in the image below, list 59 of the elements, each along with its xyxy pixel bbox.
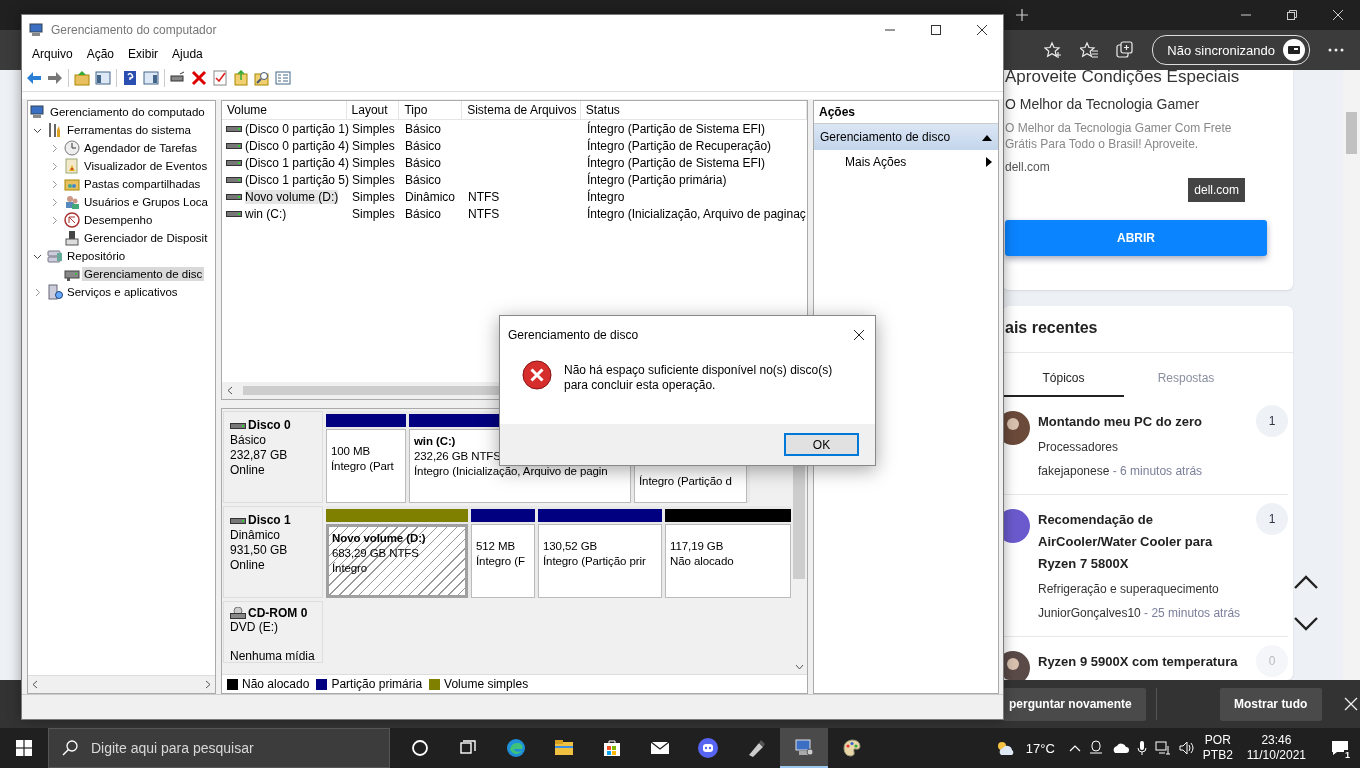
topic-meta: fakejaponese - 6 minutos atrás — [1038, 463, 1204, 480]
legend-label: Volume simples — [444, 677, 529, 691]
notification-count: 1 — [1344, 750, 1351, 760]
table-cell: Simples — [352, 155, 395, 170]
disk-size: 232,87 GB — [230, 448, 289, 463]
partition-size: 683,29 GB NTFS — [332, 546, 420, 561]
ad-text: O Melhor da Tecnologia Gamer Com Frete Grátis Para Todo o Brasil! Aproveite. — [1005, 120, 1233, 152]
ad-subtitle: O Melhor da Tecnologia Gamer — [1005, 96, 1201, 112]
table-cell: Simples — [352, 121, 395, 136]
disk-status: Online — [230, 558, 266, 573]
disk-status: Online — [230, 463, 266, 478]
partition-status: Íntegro (Inicialização, Arquivo de pagin — [414, 464, 609, 479]
table-cell: Íntegro (Partição primária) — [587, 172, 727, 187]
reply-count: 1 — [1256, 405, 1288, 437]
disk-type: Básico — [230, 433, 268, 448]
table-cell: Básico — [405, 172, 442, 187]
table-cell: Dinâmico — [405, 189, 455, 204]
table-cell: Simples — [352, 189, 395, 204]
dialog-title: Gerenciamento de disco — [508, 328, 639, 342]
window-title: Gerenciamento do computador — [51, 22, 217, 37]
table-cell: Íntegro — [587, 189, 625, 204]
table-cell: NTFS — [468, 189, 500, 204]
reply-count: 0 — [1256, 645, 1288, 677]
partition-status: Íntegro (Partição d — [639, 474, 733, 489]
table-cell: Básico — [405, 121, 442, 136]
partition-status: Íntegro (Part — [331, 459, 395, 474]
partition-status: Não alocado — [670, 554, 735, 569]
domain-tooltip: dell.com — [1188, 178, 1245, 202]
partition-size: 130,52 GB — [543, 539, 599, 554]
partition-status: Íntegro (F — [476, 554, 526, 569]
table-cell: Íntegro (Inicialização, Arquivo de paginaç — [587, 206, 806, 221]
partition-status: Íntegro (Partição prir — [543, 554, 647, 569]
table-cell: Básico — [405, 138, 442, 153]
table-cell: NTFS — [468, 206, 500, 221]
table-cell: Simples — [352, 138, 395, 153]
legend-label: Não alocado — [242, 677, 310, 691]
disk-size: 931,50 GB — [230, 543, 289, 558]
reply-count: 1 — [1256, 503, 1288, 535]
partition-name: Novo volume (D:) — [332, 531, 427, 546]
table-cell: Básico — [405, 155, 442, 170]
topic-meta: JuniorGonçalves10 - 25 minutos atrás — [1038, 605, 1242, 622]
disk-status: Nenhuma mídia — [230, 649, 316, 663]
table-cell: Simples — [352, 206, 395, 221]
table-cell: Básico — [405, 206, 442, 221]
table-cell: Íntegro (Partição de Sistema EFI) — [587, 121, 766, 136]
partition-status: Íntegro — [332, 561, 369, 576]
table-cell: Simples — [352, 172, 395, 187]
partition-size: 100 MB — [331, 444, 372, 459]
disk-type: DVD (E:) — [230, 620, 279, 634]
partition-size: 117,19 GB — [670, 539, 725, 554]
partition-size: 232,26 GB NTFS — [414, 449, 502, 464]
table-cell: Íntegro (Partição de Recuperação) — [587, 138, 772, 153]
table-cell: Íntegro (Partição de Sistema EFI) — [587, 155, 766, 170]
partition-size: 512 MB — [476, 539, 517, 554]
dialog-message: Não há espaço suficiente disponível no(s) disco(s) para concluir esta operação. — [564, 363, 834, 393]
ad-domain: dell.com — [1005, 160, 1051, 174]
partition-name: win (C:) — [414, 434, 457, 449]
disk-type: Dinâmico — [230, 528, 281, 543]
legend-label: Partição primária — [331, 677, 423, 691]
